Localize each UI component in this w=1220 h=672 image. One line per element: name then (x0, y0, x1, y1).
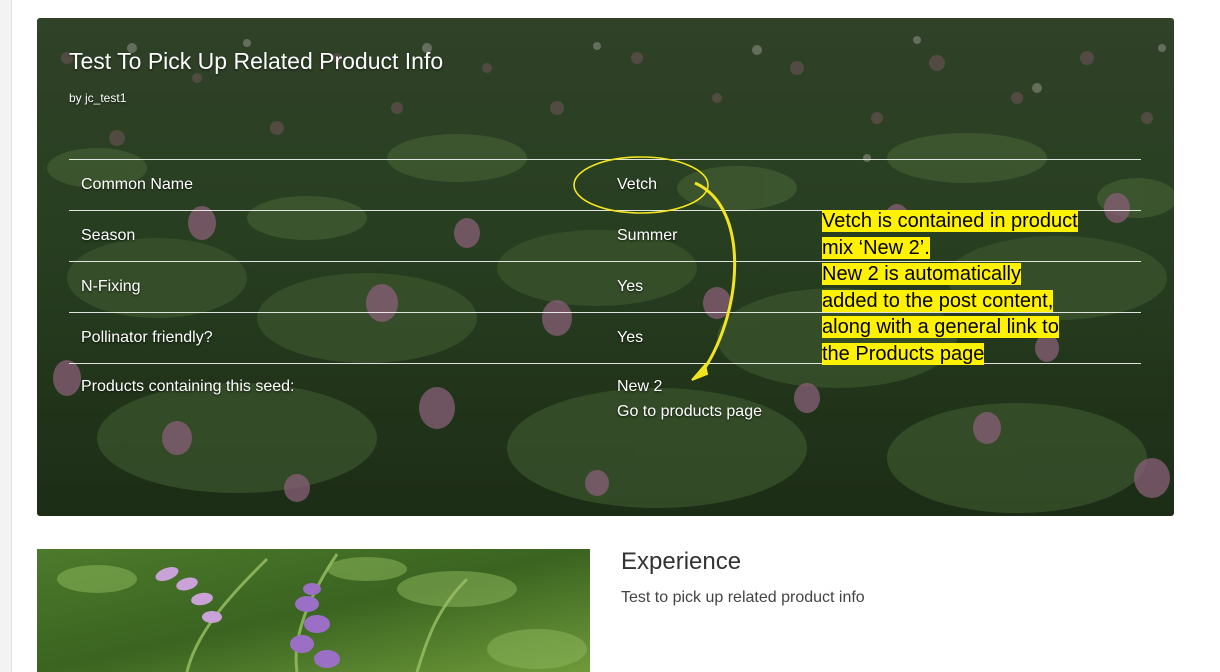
post-author: by jc_test1 (69, 91, 127, 105)
annotation-note: Vetch is contained in product mix ‘New 2… (822, 208, 1112, 367)
card-excerpt: Test to pick up related product info (621, 589, 865, 606)
note-line-3: New 2 is automatically (822, 263, 1021, 285)
post-hero: Test To Pick Up Related Product Info by … (37, 18, 1174, 516)
note-line-2: mix ‘New 2’. (822, 236, 930, 259)
table-row: Common Name Vetch (69, 159, 1141, 211)
vetch-thumbnail-image[interactable] (37, 549, 590, 672)
row-label-season: Season (81, 227, 136, 244)
row-label-common-name: Common Name (81, 176, 194, 193)
note-line-1: Vetch is contained in product (822, 210, 1078, 232)
table-row: Products containing this seed: New 2 Go … (69, 363, 1141, 439)
note-line-4: added to the post content, (822, 289, 1054, 312)
note-line-6: the Products page (822, 342, 985, 365)
product-new-2: New 2 (617, 378, 663, 395)
note-line-5: along with a general link to (822, 316, 1059, 338)
vetch-flower-image (37, 549, 590, 672)
row-label-pollinator: Pollinator friendly? (81, 329, 213, 346)
row-label-n-fixing: N-Fixing (81, 278, 141, 295)
row-value-common-name: Vetch (617, 176, 658, 193)
row-label-products: Products containing this seed: (81, 378, 295, 395)
row-value-products: New 2 Go to products page (605, 364, 1141, 439)
left-rail (0, 0, 12, 672)
card-title[interactable]: Experience (621, 548, 741, 576)
post-title: Test To Pick Up Related Product Info (69, 48, 444, 74)
products-page-link[interactable]: Go to products page (617, 403, 1141, 421)
